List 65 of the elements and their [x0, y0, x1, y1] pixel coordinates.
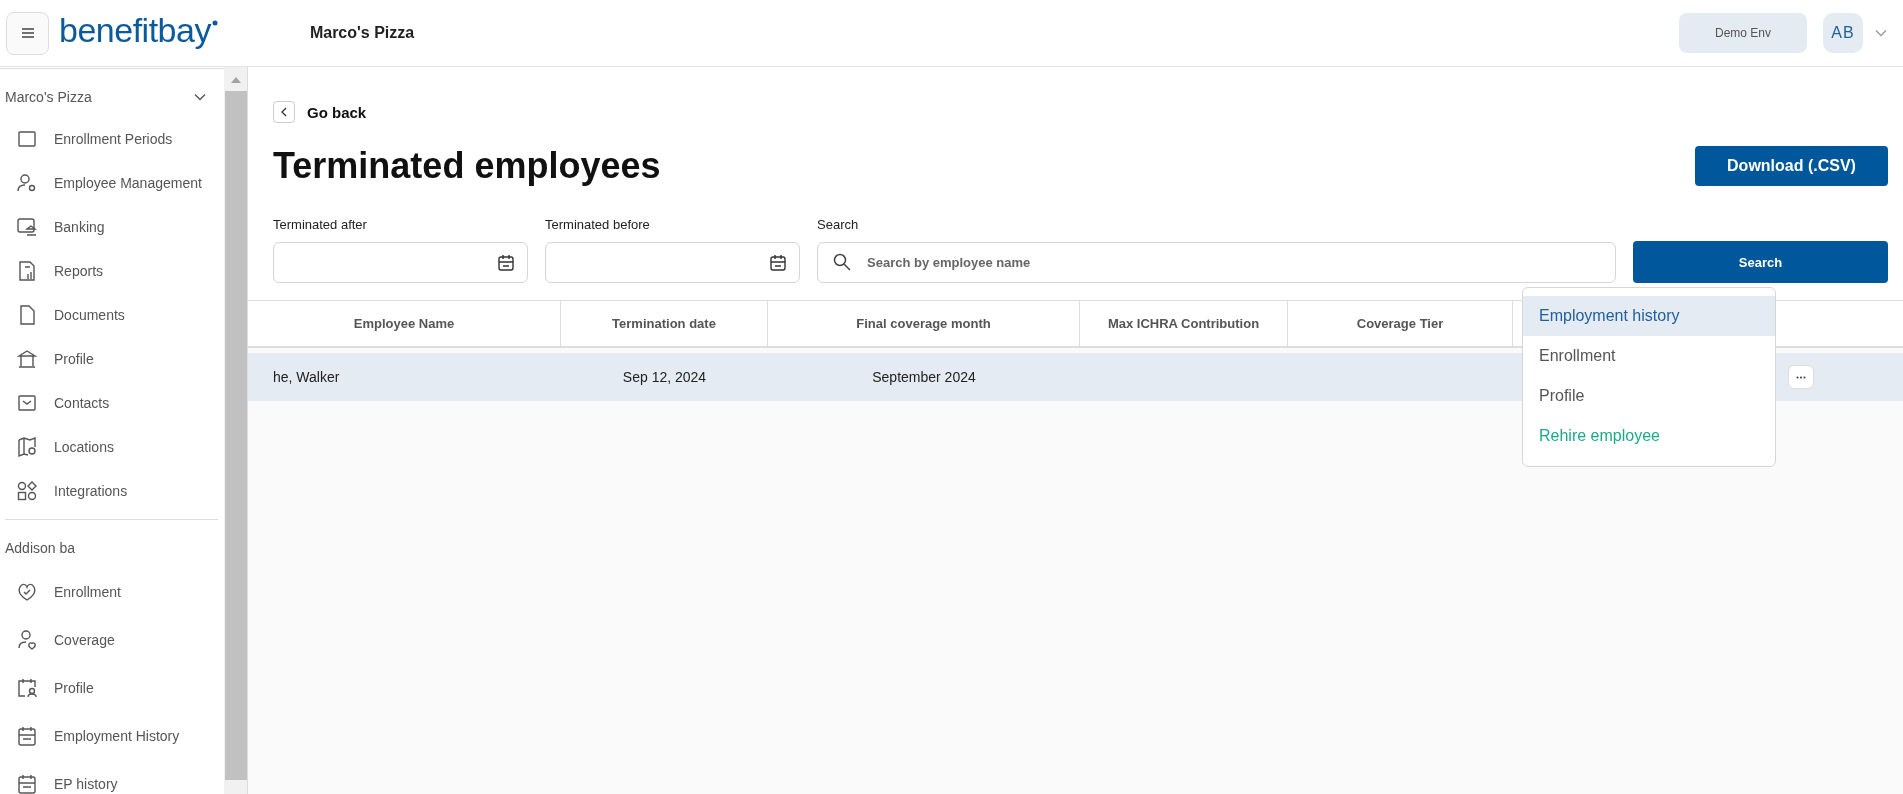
sidebar-item[interactable]: Documents [5, 293, 218, 337]
nav-icon [16, 436, 38, 458]
nav-icon [16, 392, 38, 414]
nav-icon [16, 773, 38, 794]
nav-icon [16, 725, 38, 747]
column-header: Final coverage month [768, 301, 1080, 346]
calendar-icon[interactable] [769, 253, 787, 272]
sidebar-item[interactable]: Integrations [5, 469, 218, 513]
search-field[interactable]: Search by employee name [817, 242, 1616, 283]
menu-icon [20, 28, 35, 38]
nav-icon [16, 260, 38, 282]
field-label: Terminated before [545, 217, 651, 232]
sidebar-item[interactable]: EP history [5, 760, 218, 794]
sidebar-item[interactable]: Employee Management [5, 161, 218, 205]
date-field[interactable] [273, 242, 528, 283]
environment-button[interactable]: Demo Env [1679, 13, 1807, 53]
go-back-link[interactable]: Go back [307, 103, 367, 121]
nav-icon [16, 348, 38, 370]
table-cell: September 2024 [872, 369, 976, 385]
sidebar-item[interactable]: Reports [5, 249, 218, 293]
field-label: Terminated after [273, 217, 368, 232]
more-icon [1796, 375, 1806, 379]
page-title: Terminated employees [273, 145, 661, 187]
sidebar-item[interactable]: Enrollment [5, 568, 218, 616]
more-actions-button[interactable] [1788, 365, 1814, 389]
scroll-up-icon[interactable] [230, 77, 241, 83]
nav-icon [16, 629, 38, 651]
table-cell: he, Walker [273, 369, 340, 385]
logo[interactable]: benefitbay [59, 10, 211, 50]
group-title: Addison ba [5, 540, 76, 556]
registered-mark-icon [211, 20, 218, 26]
nav-icon [16, 581, 38, 603]
nav-icon [16, 480, 38, 502]
calendar-icon[interactable] [497, 253, 515, 272]
menu-button[interactable] [6, 11, 49, 55]
avatar-button[interactable]: AB [1823, 13, 1863, 53]
search-icon [833, 253, 851, 271]
sidebar-item[interactable]: Profile [5, 337, 218, 381]
search-button[interactable]: Search [1633, 241, 1888, 283]
company-name: Marco's Pizza [309, 24, 415, 42]
column-header: Termination date [561, 301, 768, 346]
back-button[interactable] [273, 101, 295, 123]
column-header: Max ICHRA Contribution [1080, 301, 1288, 346]
column-header: Employee Name [248, 301, 561, 346]
sidebar-item[interactable]: Profile [5, 664, 218, 712]
sidebar-item[interactable]: Contacts [5, 381, 218, 425]
nav-icon [16, 172, 38, 194]
nav-icon [16, 128, 38, 150]
table-cell: Sep 12, 2024 [622, 369, 707, 385]
sidebar-item[interactable]: Coverage [5, 616, 218, 664]
column-header: Coverage Tier [1288, 301, 1513, 346]
field-label: Search [817, 217, 860, 232]
date-field[interactable] [545, 242, 800, 283]
menu-item[interactable]: Employment history [1523, 296, 1775, 336]
sidebar-item[interactable]: Employment History [5, 712, 218, 760]
sidebar-item[interactable]: Locations [5, 425, 218, 469]
nav-icon [16, 677, 38, 699]
nav-icon [16, 216, 38, 238]
sidebar-item[interactable]: Enrollment Periods [5, 117, 218, 161]
download-button[interactable]: Download (.CSV) [1695, 146, 1888, 186]
chevron-left-icon [280, 107, 288, 117]
sidebar-item[interactable]: Banking [5, 205, 218, 249]
chevron-down-icon[interactable] [1875, 29, 1887, 37]
chevron-icon[interactable] [194, 93, 206, 101]
group-title: Marco's Pizza [5, 89, 92, 105]
